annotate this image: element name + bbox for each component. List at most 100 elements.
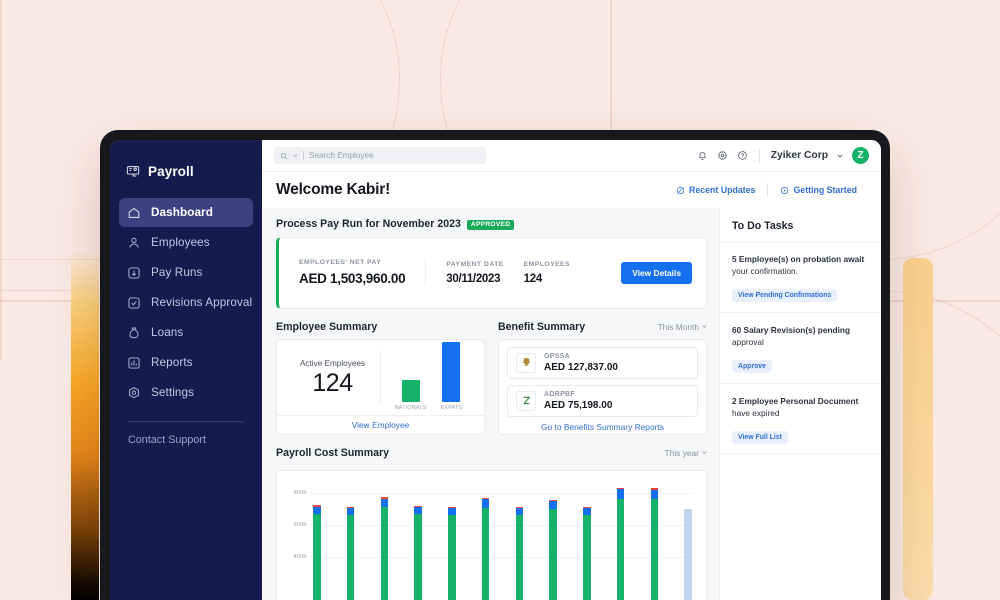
employee-summary-header: Employee Summary xyxy=(276,321,485,333)
chart-bar-segment xyxy=(651,499,659,600)
todo-text: 2 Employee Personal Document have expire… xyxy=(732,395,869,419)
todo-item: 60 Salary Revision(s) pending approval A… xyxy=(720,313,881,384)
employee-summary-section: Employee Summary Active Employees 124 xyxy=(276,321,485,435)
todo-action-button[interactable]: View Full List xyxy=(732,431,788,444)
brand-name: Payroll xyxy=(148,164,194,179)
sidebar-item-settings[interactable]: Settings xyxy=(119,378,253,407)
chart-bar[interactable] xyxy=(313,505,321,600)
benefit-row-adrpbf[interactable]: ADRPBF AED 75,198.00 xyxy=(507,385,698,417)
chart-bar[interactable] xyxy=(684,509,692,600)
benefit-period-label: This Month xyxy=(658,322,699,332)
chart-bar[interactable] xyxy=(516,507,524,600)
help-circle-icon[interactable] xyxy=(737,150,748,161)
stat-net-pay: EMPLOYEES' NET PAY AED 1,503,960.00 xyxy=(299,259,425,286)
todo-rest-text: have expired xyxy=(732,408,780,418)
employee-summary-title: Employee Summary xyxy=(276,321,377,333)
chart-bar[interactable] xyxy=(482,498,490,600)
employee-summary-body: Active Employees 124 NATIONALS xyxy=(277,340,484,415)
chart-bar-segment xyxy=(549,501,557,509)
getting-started-link[interactable]: Getting Started xyxy=(770,185,867,195)
active-employees-block: Active Employees 124 xyxy=(285,359,380,396)
search-placeholder: Search Employee xyxy=(309,151,374,160)
todo-title: To Do Tasks xyxy=(732,220,869,232)
bar-chart-icon xyxy=(127,356,141,370)
benefit-row-gpssa[interactable]: GPSSA AED 127,837.00 xyxy=(507,347,698,379)
org-name[interactable]: Zyiker Corp xyxy=(771,150,828,161)
benefits-reports-link[interactable]: Go to Benefits Summary Reports xyxy=(507,422,698,432)
view-details-button[interactable]: View Details xyxy=(621,262,692,284)
chart-bar-segment xyxy=(381,507,389,600)
bar-label: EXPATS xyxy=(441,405,463,411)
chart-y-tick-label: 400K xyxy=(283,554,307,560)
content: Process Pay Run for November 2023 APPROV… xyxy=(262,208,881,600)
search-icon xyxy=(280,152,288,160)
sidebar-item-employees[interactable]: Employees xyxy=(119,228,253,257)
bar-label: NATIONALS xyxy=(395,405,427,411)
stat-payment-date: PAYMENT DATE 30/11/2023 xyxy=(425,261,523,285)
status-badge: APPROVED xyxy=(467,220,514,230)
sidebar-item-label: Dashboard xyxy=(151,206,213,219)
avatar[interactable]: Z xyxy=(852,147,869,164)
sidebar-item-revisions-approval[interactable]: Revisions Approval xyxy=(119,288,253,317)
sidebar-nav: Dashboard Employees Pay Runs Revisions A… xyxy=(110,198,262,407)
benefit-name: ADRPBF xyxy=(544,391,612,398)
chevron-down-icon[interactable] xyxy=(293,153,298,158)
sidebar-item-label: Reports xyxy=(151,356,193,369)
stat-label: PAYMENT DATE xyxy=(446,261,503,268)
stat-label: EMPLOYEES xyxy=(524,261,570,268)
todo-action-button[interactable]: View Pending Confirmations xyxy=(732,289,837,302)
chart-bar-segment xyxy=(651,490,659,500)
benefit-row-text: GPSSA AED 127,837.00 xyxy=(544,353,618,373)
recent-updates-label: Recent Updates xyxy=(689,185,755,195)
chart-bar[interactable] xyxy=(549,500,557,600)
stat-label: EMPLOYEES' NET PAY xyxy=(299,259,405,266)
money-bag-icon xyxy=(127,326,141,340)
search-input[interactable]: Search Employee xyxy=(274,147,486,164)
view-employee-link[interactable]: View Employee xyxy=(277,415,484,434)
sidebar-item-label: Settings xyxy=(151,386,194,399)
payrun-header: Process Pay Run for November 2023 APPROV… xyxy=(276,218,707,231)
sidebar-item-dashboard[interactable]: Dashboard xyxy=(119,198,253,227)
chart-bar[interactable] xyxy=(448,507,456,600)
slash-circle-icon xyxy=(676,186,685,195)
recent-updates-link[interactable]: Recent Updates xyxy=(666,185,765,195)
chart-bar[interactable] xyxy=(583,507,591,600)
arrow-in-box-icon xyxy=(127,266,141,280)
chart-bar[interactable] xyxy=(651,488,659,600)
chart-bar-segment xyxy=(347,515,355,600)
chart-bar[interactable] xyxy=(617,488,625,600)
contact-support-link[interactable]: Contact Support xyxy=(110,434,262,446)
chart-bar-segment xyxy=(482,499,490,508)
payroll-cost-filter-label: This year xyxy=(665,448,699,458)
benefit-name: GPSSA xyxy=(544,353,618,360)
sidebar-item-reports[interactable]: Reports xyxy=(119,348,253,377)
sidebar-item-label: Pay Runs xyxy=(151,266,202,279)
sidebar-item-label: Employees xyxy=(151,236,210,249)
todo-count-text: 5 Employee(s) on probation await xyxy=(732,254,864,264)
chart-bar[interactable] xyxy=(347,507,355,600)
home-icon xyxy=(127,206,141,220)
main-area: Search Employee Zyiker Corp Z xyxy=(262,140,881,600)
chart-plot-area: 800K600K400K xyxy=(283,478,696,600)
todo-rest-text: your confirmation. xyxy=(732,266,798,276)
benefit-amount: AED 75,198.00 xyxy=(544,400,612,411)
benefit-period-filter[interactable]: This Month xyxy=(658,322,707,332)
chart-bar-segment xyxy=(617,499,625,600)
bell-icon[interactable] xyxy=(697,150,708,161)
bar-rect xyxy=(442,342,460,402)
payroll-cost-filter[interactable]: This year xyxy=(665,448,707,458)
todo-action-button[interactable]: Approve xyxy=(732,360,772,373)
stat-employees: EMPLOYEES 124 xyxy=(524,261,590,285)
bar-expats: EXPATS xyxy=(441,342,463,411)
chart-bar[interactable] xyxy=(414,506,422,600)
employee-bar-chart: NATIONALS EXPATS xyxy=(381,341,476,413)
sidebar-item-pay-runs[interactable]: Pay Runs xyxy=(119,258,253,287)
sidebar-item-loans[interactable]: Loans xyxy=(119,318,253,347)
chart-bar[interactable] xyxy=(381,497,389,600)
todo-text: 60 Salary Revision(s) pending approval xyxy=(732,324,869,348)
decor-amber-right xyxy=(903,258,933,600)
chevron-down-icon[interactable] xyxy=(837,153,843,159)
todo-panel: To Do Tasks 5 Employee(s) on probation a… xyxy=(719,208,881,600)
gear-icon[interactable] xyxy=(717,150,728,161)
chart-y-tick-label: 800K xyxy=(283,490,307,496)
